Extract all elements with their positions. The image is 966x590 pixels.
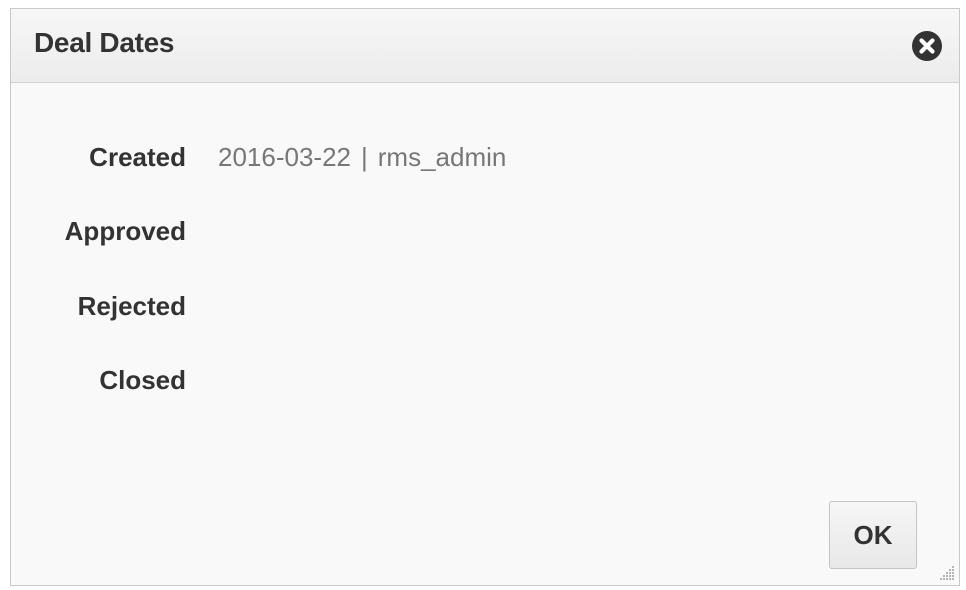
field-label-closed: Closed [99,365,186,395]
close-icon[interactable] [911,30,943,62]
field-value-created: 2016-03-22 | rms_admin [218,137,506,177]
dialog-title: Deal Dates [34,27,175,58]
created-date: 2016-03-22 [218,142,351,172]
field-label-created: Created [89,142,186,172]
value-separator: | [361,142,368,172]
field-label-approved: Approved [64,216,186,246]
ok-button[interactable]: OK [829,501,917,569]
dialog-header: Deal Dates [11,9,959,83]
deal-dates-dialog: Deal Dates Created 2016-03-22 | rms_admin … [10,8,960,586]
created-user: rms_admin [377,142,507,172]
field-label-rejected: Rejected [77,291,186,321]
resize-grip-icon[interactable] [939,565,955,581]
